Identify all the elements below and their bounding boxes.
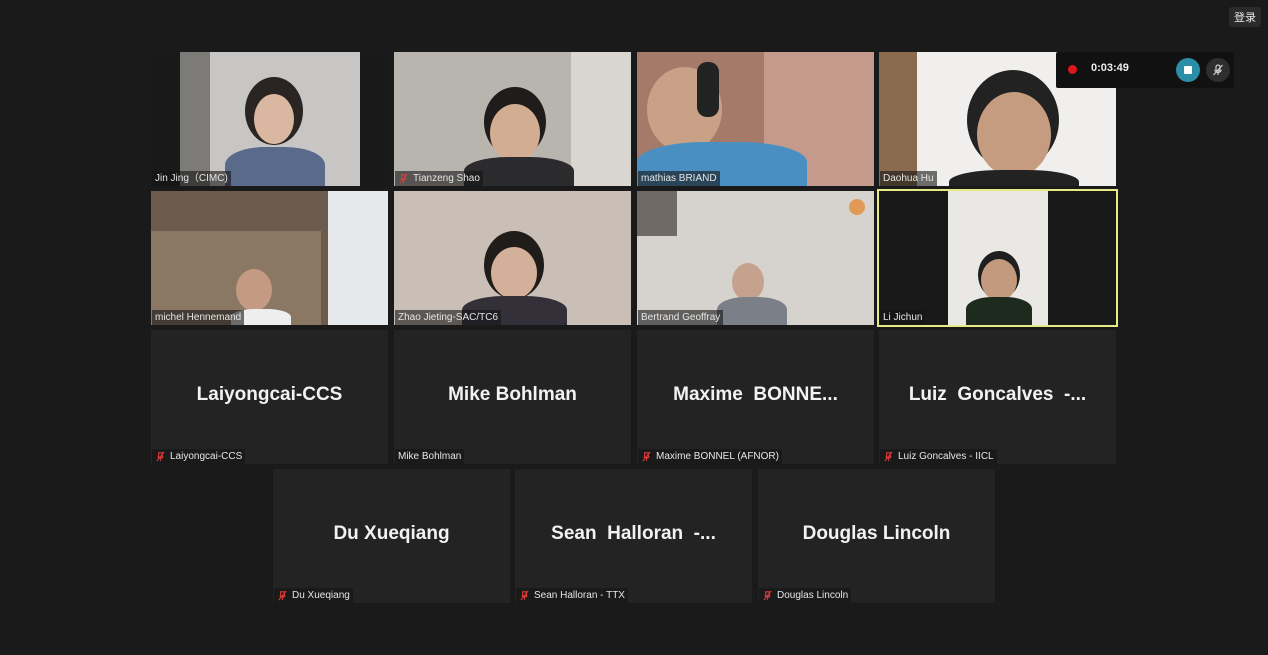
participant-video bbox=[394, 52, 631, 186]
participant-video bbox=[394, 191, 631, 325]
participant-name-tag: mathias BRIAND bbox=[638, 171, 720, 186]
participant-video bbox=[637, 52, 874, 186]
participant-display-name: Luiz Goncalves -... bbox=[908, 384, 1087, 405]
recording-bar: 0:03:49 bbox=[1056, 52, 1234, 88]
participant-video bbox=[151, 191, 388, 325]
mic-off-icon bbox=[1213, 64, 1223, 76]
mute-mic-button[interactable] bbox=[1206, 58, 1230, 82]
video-tile-li-jichun[interactable]: Li Jichun bbox=[877, 189, 1118, 327]
avatar-tile-luiz-goncalves[interactable]: Luiz Goncalves -... Luiz Goncalves - IIC… bbox=[879, 330, 1116, 464]
participant-name-tag: Tianzeng Shao bbox=[395, 171, 483, 186]
participant-video bbox=[180, 52, 360, 186]
participant-name-tag: Zhao Jieting-SAC/TC6 bbox=[395, 310, 502, 325]
video-tile-michel-hennemand[interactable]: michel Hennemand bbox=[151, 191, 388, 325]
video-tile-bertrand-geoffray[interactable]: Bertrand Geoffray bbox=[637, 191, 874, 325]
participant-name-tag: Li Jichun bbox=[880, 310, 926, 325]
avatar-tile-sean-halloran[interactable]: Sean Halloran -... Sean Halloran - TTX bbox=[515, 469, 752, 603]
participant-display-name: Douglas Lincoln bbox=[802, 523, 951, 544]
participant-display-name: Laiyongcai-CCS bbox=[196, 384, 343, 405]
participant-name-tag: Sean Halloran - TTX bbox=[516, 588, 628, 603]
avatar-tile-mike-bohlman[interactable]: Mike Bohlman Mike Bohlman bbox=[394, 330, 631, 464]
participant-display-name: Sean Halloran -... bbox=[551, 523, 716, 544]
video-tile-tianzeng-shao[interactable]: Tianzeng Shao bbox=[394, 52, 631, 186]
participant-video bbox=[948, 191, 1048, 325]
recording-indicator-icon bbox=[1068, 65, 1077, 74]
participant-name-tag: michel Hennemand bbox=[152, 310, 245, 325]
participant-display-name: Mike Bohlman bbox=[448, 384, 577, 405]
participant-name-tag: Maxime BONNEL (AFNOR) bbox=[638, 449, 782, 464]
participant-display-name: Maxime BONNE... bbox=[673, 384, 838, 405]
stop-icon bbox=[1184, 66, 1192, 74]
mic-muted-icon bbox=[156, 451, 165, 462]
video-tile-jin-jing[interactable]: Jin Jing（CIMC) bbox=[151, 52, 388, 186]
login-button[interactable]: 登录 bbox=[1229, 7, 1261, 27]
participant-name-tag: Douglas Lincoln bbox=[759, 588, 852, 603]
participant-name-tag: Jin Jing（CIMC) bbox=[152, 171, 231, 186]
mic-muted-icon bbox=[399, 173, 408, 184]
participant-name-tag: Bertrand Geoffray bbox=[638, 310, 724, 325]
avatar-tile-laiyongcai[interactable]: Laiyongcai-CCS Laiyongcai-CCS bbox=[151, 330, 388, 464]
recording-timer: 0:03:49 bbox=[1091, 62, 1129, 74]
participant-name-tag: Mike Bohlman bbox=[395, 449, 465, 464]
mic-muted-icon bbox=[642, 451, 651, 462]
avatar-tile-du-xueqiang[interactable]: Du Xueqiang Du Xueqiang bbox=[273, 469, 510, 603]
participant-display-name: Du Xueqiang bbox=[333, 523, 450, 544]
participant-name-tag: Luiz Goncalves - IICL bbox=[880, 449, 997, 464]
mic-muted-icon bbox=[520, 590, 529, 601]
video-tile-zhao-jieting[interactable]: Zhao Jieting-SAC/TC6 bbox=[394, 191, 631, 325]
mic-muted-icon bbox=[278, 590, 287, 601]
avatar-tile-maxime-bonnel[interactable]: Maxime BONNE... Maxime BONNEL (AFNOR) bbox=[637, 330, 874, 464]
mic-muted-icon bbox=[763, 590, 772, 601]
participant-name-tag: Laiyongcai-CCS bbox=[152, 449, 246, 464]
participant-name-tag: Du Xueqiang bbox=[274, 588, 353, 603]
mic-muted-icon bbox=[884, 451, 893, 462]
avatar-tile-douglas-lincoln[interactable]: Douglas Lincoln Douglas Lincoln bbox=[758, 469, 995, 603]
participant-video bbox=[637, 191, 874, 325]
participant-name-tag: Daohua Hu bbox=[880, 171, 937, 186]
video-tile-mathias-briand[interactable]: mathias BRIAND bbox=[637, 52, 874, 186]
stop-recording-button[interactable] bbox=[1176, 58, 1200, 82]
